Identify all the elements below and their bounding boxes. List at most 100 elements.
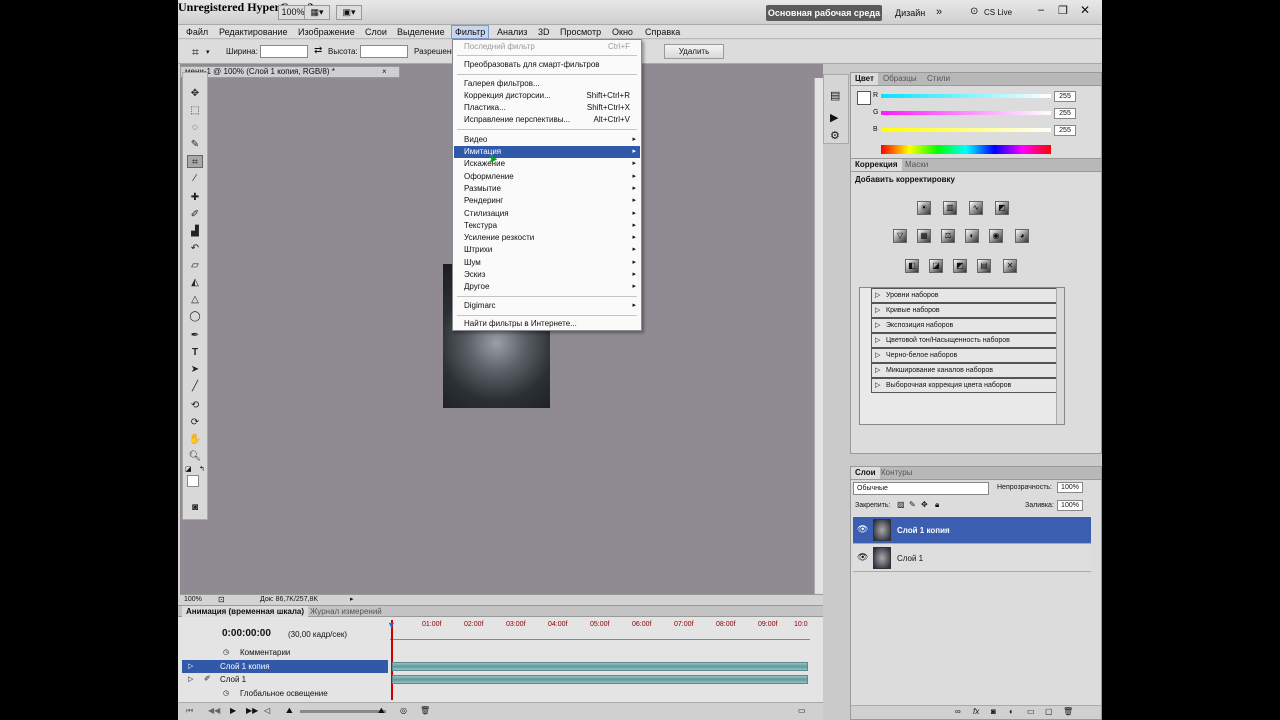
zoom-slider[interactable] — [300, 710, 386, 713]
tab-measurement-log[interactable]: Журнал измерений — [306, 606, 386, 617]
healing-brush-tool-icon[interactable]: ✚ — [187, 191, 203, 204]
curves-icon[interactable]: ∿ — [969, 201, 983, 215]
stopwatch-icon[interactable]: ◷ — [223, 648, 229, 656]
actions-panel-icon[interactable]: ▶ — [830, 111, 838, 124]
hand-tool-icon[interactable]: ✋ — [187, 433, 203, 446]
play-icon[interactable]: ▶ — [230, 706, 236, 715]
cs-live-label[interactable]: CS Live — [984, 8, 1012, 17]
document-tab[interactable]: мени-1 @ 100% (Слой 1 копия, RGB/8) * — [180, 66, 400, 78]
posterize-icon[interactable]: ◪ — [929, 259, 943, 273]
height-input[interactable] — [360, 45, 408, 58]
menu-filter[interactable]: Фильтр — [451, 25, 490, 39]
trash-icon[interactable]: 🗑︎ — [420, 706, 430, 715]
tab-color[interactable]: Цвет — [851, 73, 878, 85]
adjustment-layer-icon[interactable]: ◐ — [1009, 707, 1014, 716]
swap-icon[interactable]: ⇄ — [314, 45, 322, 56]
restore-icon[interactable]: ❐ — [1058, 4, 1068, 17]
arrange-docs-button[interactable]: ▣▾ — [336, 5, 362, 20]
link-layers-icon[interactable]: ∞ — [955, 707, 961, 716]
stopwatch-icon[interactable]: ◷ — [223, 689, 229, 697]
clone-stamp-tool-icon[interactable]: ▟ — [187, 225, 203, 238]
menu-item-convert-smart-filters[interactable]: Преобразовать для смарт-фильтров — [454, 59, 640, 71]
menu-item-brush-strokes[interactable]: Штрихи ▸ — [454, 244, 640, 256]
vibrance-icon[interactable]: ▽ — [893, 229, 907, 243]
menu-item-render[interactable]: Рендеринг ▸ — [454, 195, 640, 207]
preset-black-white[interactable]: Черно-белое наборов — [871, 348, 1064, 363]
tab-paths[interactable]: Контуры — [877, 467, 916, 479]
marquee-tool-icon[interactable]: ⬚ — [187, 104, 203, 117]
preset-selective-color[interactable]: Выборочная коррекция цвета наборов — [871, 378, 1064, 393]
timeline-row-global-light[interactable]: Глобальное освещение — [182, 687, 386, 700]
document-vertical-scrollbar[interactable] — [814, 78, 823, 594]
properties-panel-icon[interactable]: ⚙ — [830, 129, 840, 142]
menu-item-digimarc[interactable]: Digimarc ▸ — [454, 300, 640, 312]
eyedropper-tool-icon[interactable]: ∕ — [187, 172, 203, 185]
design-workspace-link[interactable]: Дизайн — [895, 8, 925, 18]
menu-item-browse-filters-online[interactable]: Найти фильтры в Интернете... — [454, 318, 640, 330]
quick-select-tool-icon[interactable]: ✎ — [187, 138, 203, 151]
red-slider[interactable] — [881, 94, 1051, 98]
tab-adjustments[interactable]: Коррекция — [851, 159, 902, 171]
crop-tool-icon[interactable]: ⌗ — [192, 45, 199, 60]
pen-tool-icon[interactable]: ✒ — [187, 329, 203, 342]
line-tool-icon[interactable]: ╱ — [187, 380, 203, 393]
next-frame-icon[interactable]: ▶▶ — [246, 706, 258, 715]
menu-analysis[interactable]: Анализ — [494, 25, 530, 39]
minimize-icon[interactable]: – — [1038, 4, 1044, 16]
tab-swatches[interactable]: Образцы — [879, 73, 921, 85]
tab-masks[interactable]: Маски — [901, 159, 932, 171]
lock-position-icon[interactable]: ✥ — [921, 500, 928, 509]
menu-item-blur[interactable]: Размытие ▸ — [454, 183, 640, 195]
menu-item-other[interactable]: Другое ▸ — [454, 281, 640, 293]
lock-transparency-icon[interactable]: ▨ — [897, 500, 905, 509]
menu-item-filter-gallery[interactable]: Галерея фильтров... — [454, 78, 640, 90]
blend-mode-select[interactable]: Обычные — [853, 482, 989, 495]
menu-item-lens-correction[interactable]: Коррекция дисторсии... Shift+Ctrl+R — [454, 90, 640, 102]
menu-help[interactable]: Справка — [642, 25, 683, 39]
time-ruler[interactable]: 01:00f 02:00f 03:00f 04:00f 05:00f 06:00… — [390, 620, 810, 640]
layer-row[interactable]: 👁︎ Слой 1 копия — [853, 517, 1091, 544]
close-icon[interactable]: ✕ — [1080, 3, 1090, 17]
gradient-map-icon[interactable]: ▤ — [977, 259, 991, 273]
frame-mode-icon[interactable]: ▭ — [798, 706, 806, 715]
document-tab-close-icon[interactable]: × — [382, 67, 387, 76]
lasso-tool-icon[interactable]: ◌ — [187, 121, 203, 134]
color-balance-icon[interactable]: ⚖ — [941, 229, 955, 243]
prev-frame-icon[interactable]: ◀◀ — [208, 706, 220, 715]
menu-item-sketch[interactable]: Эскиз ▸ — [454, 269, 640, 281]
menu-select[interactable]: Выделение — [394, 25, 448, 39]
timeline-row-comments[interactable]: Комментарии — [182, 646, 386, 659]
color-spectrum-bar[interactable] — [881, 145, 1051, 154]
tab-styles[interactable]: Стили — [923, 73, 954, 85]
layer-style-icon[interactable]: fx — [973, 707, 979, 716]
tool-preset-arrow-icon[interactable]: ▾ — [206, 48, 210, 56]
delete-layer-icon[interactable]: 🗑︎ — [1063, 707, 1073, 716]
layer-name[interactable]: Слой 1 копия — [897, 526, 950, 535]
levels-icon[interactable]: ▥ — [943, 201, 957, 215]
menu-item-video[interactable]: Видео ▸ — [454, 134, 640, 146]
layer-row[interactable]: 👁︎ Слой 1 — [853, 545, 1091, 572]
blue-slider[interactable] — [881, 128, 1051, 132]
menu-item-distort[interactable]: Искажение ▸ — [454, 158, 640, 170]
green-slider[interactable] — [881, 111, 1051, 115]
status-icon[interactable]: ⊡ — [218, 595, 225, 604]
preset-levels[interactable]: Уровни наборов — [871, 288, 1064, 303]
crop-tool-icon-active[interactable]: ⌗ — [187, 155, 203, 168]
timeline-row-layer-1[interactable]: Слой 1 — [182, 673, 386, 686]
menu-image[interactable]: Изображение — [295, 25, 358, 39]
dodge-tool-icon[interactable]: ◯ — [187, 310, 203, 323]
history-panel-icon[interactable]: ▤ — [830, 89, 840, 102]
default-colors-icon[interactable]: ◪ — [185, 465, 192, 473]
menu-item-stylize-deco[interactable]: Оформление ▸ — [454, 171, 640, 183]
selective-color-icon[interactable]: ✕ — [1003, 259, 1017, 273]
preset-channel-mixer[interactable]: Микширование каналов наборов — [871, 363, 1064, 378]
quick-mask-icon[interactable]: ◙ — [187, 501, 203, 514]
3d-orbit-tool-icon[interactable]: ⟳ — [187, 416, 203, 429]
zoom-out-icon[interactable]: ⛰ — [286, 706, 293, 716]
menu-window[interactable]: Окно — [609, 25, 636, 39]
type-tool-icon[interactable]: T — [187, 346, 203, 359]
layer-mask-icon[interactable]: ◙ — [991, 707, 996, 716]
more-workspaces-icon[interactable]: » — [936, 6, 942, 18]
red-value[interactable]: 255 — [1054, 91, 1076, 102]
invert-icon[interactable]: ◧ — [905, 259, 919, 273]
